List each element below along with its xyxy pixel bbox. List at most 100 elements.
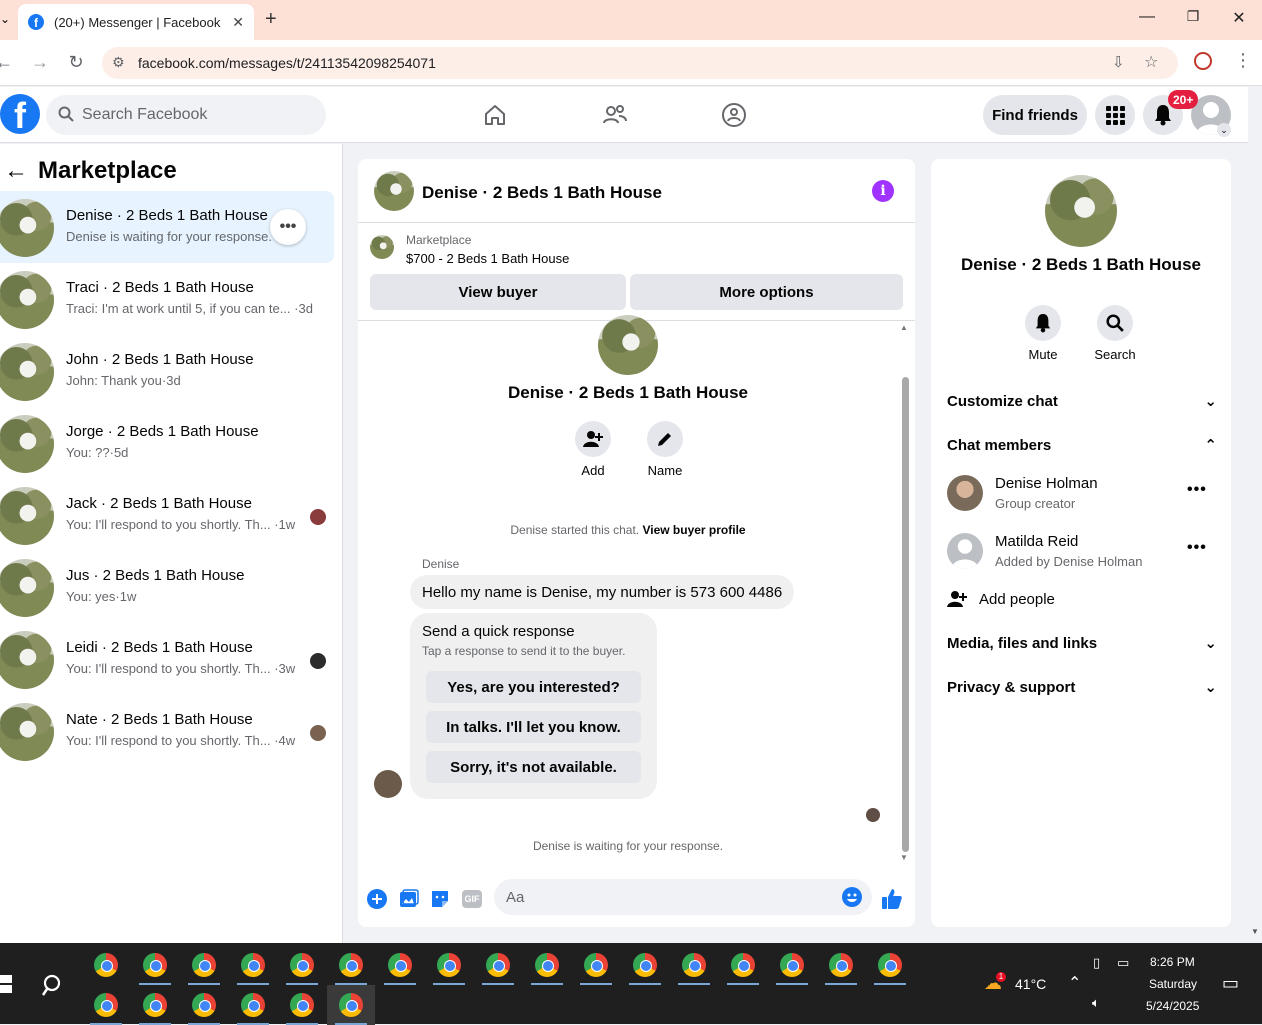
clock-date[interactable]: 5/24/2025 bbox=[1146, 999, 1199, 1013]
volume-icon[interactable]: 🔈︎ bbox=[1092, 995, 1100, 1011]
info-avatar[interactable] bbox=[1045, 175, 1117, 247]
facebook-logo[interactable]: f bbox=[0, 94, 40, 134]
plus-circle-icon[interactable] bbox=[366, 888, 388, 910]
taskbar-app-chrome[interactable] bbox=[229, 985, 277, 1025]
info-icon[interactable]: i bbox=[872, 180, 894, 202]
conversation-row[interactable]: Jorge · 2 Beds 1 Bath House You: ??·5d bbox=[0, 407, 334, 479]
more-options-icon[interactable]: ••• bbox=[1187, 539, 1207, 557]
reload-icon[interactable]: ↻ bbox=[64, 52, 88, 73]
rename-button[interactable]: Name bbox=[635, 421, 695, 478]
temperature[interactable]: 41°C bbox=[1015, 976, 1046, 992]
taskbar-app-chrome[interactable] bbox=[82, 985, 130, 1025]
emoji-icon[interactable] bbox=[842, 887, 862, 907]
back-arrow-icon[interactable]: ← bbox=[4, 157, 34, 185]
battery-icon[interactable]: ▯ bbox=[1093, 955, 1100, 971]
browser-tab[interactable]: f (20+) Messenger | Facebook ✕ bbox=[18, 4, 254, 40]
chat-profile-avatar[interactable] bbox=[598, 315, 658, 375]
friends-icon[interactable] bbox=[599, 99, 631, 131]
message-scrollbar[interactable]: ▲ ▼ bbox=[900, 323, 910, 862]
taskbar-app-chrome[interactable] bbox=[376, 945, 424, 985]
taskbar-app-chrome[interactable] bbox=[621, 945, 669, 985]
minimize-icon[interactable]: — bbox=[1132, 8, 1162, 32]
taskbar-app-paint[interactable] bbox=[82, 945, 130, 985]
taskbar-app-chrome[interactable] bbox=[180, 945, 228, 985]
close-window-icon[interactable]: ✕ bbox=[1224, 8, 1254, 32]
taskbar-app-chrome[interactable] bbox=[817, 945, 865, 985]
forward-icon[interactable]: → bbox=[28, 52, 52, 73]
more-options-button[interactable]: More options bbox=[630, 274, 903, 310]
conversation-row[interactable]: Leidi · 2 Beds 1 Bath House You: I'll res… bbox=[0, 623, 334, 695]
taskbar-app-chrome[interactable] bbox=[327, 945, 375, 985]
home-icon[interactable] bbox=[479, 99, 511, 131]
search-input[interactable]: Search Facebook bbox=[46, 95, 326, 135]
conversation-row[interactable]: Denise · 2 Beds 1 Bath House Denise is wa… bbox=[0, 191, 334, 263]
member-row[interactable]: Matilda Reid Added by Denise Holman ••• bbox=[947, 529, 1217, 573]
taskbar-app-chrome[interactable] bbox=[327, 985, 375, 1025]
more-options-icon[interactable]: ••• bbox=[1187, 481, 1207, 499]
chat-avatar[interactable] bbox=[374, 171, 414, 211]
notifications-center-icon[interactable]: ▭ bbox=[1222, 973, 1239, 994]
profile-icon[interactable] bbox=[1194, 52, 1212, 70]
quick-reply-yes-button[interactable]: Yes, are you interested? bbox=[426, 671, 641, 703]
browser-menu-icon[interactable]: ⋮ bbox=[1234, 50, 1252, 71]
back-icon[interactable]: ← bbox=[0, 52, 16, 73]
taskbar-app-chrome[interactable] bbox=[474, 945, 522, 985]
conversation-row[interactable]: Jus · 2 Beds 1 Bath House You: yes·1w bbox=[0, 551, 334, 623]
find-friends-button[interactable]: Find friends bbox=[983, 95, 1087, 135]
taskbar-app-chrome[interactable] bbox=[180, 985, 228, 1025]
network-icon[interactable]: ▭ bbox=[1117, 955, 1129, 971]
listing-title[interactable]: $700 - 2 Beds 1 Bath House bbox=[406, 251, 569, 266]
search-conversation-button[interactable]: Search bbox=[1085, 305, 1145, 362]
media-files-links-section[interactable]: Media, files and links ⌄ bbox=[947, 631, 1217, 655]
message-area[interactable]: ▲ ▼ Denise · 2 Beds 1 Bath House Add Nam… bbox=[358, 315, 915, 866]
chat-title[interactable]: Denise · 2 Beds 1 Bath House bbox=[422, 183, 662, 203]
clock-time[interactable]: 8:26 PM bbox=[1150, 955, 1195, 969]
conversation-row[interactable]: Nate · 2 Beds 1 Bath House You: I'll resp… bbox=[0, 695, 334, 767]
gif-icon[interactable]: GIF bbox=[461, 888, 483, 910]
conversation-row[interactable]: John · 2 Beds 1 Bath House John: Thank yo… bbox=[0, 335, 334, 407]
photo-icon[interactable] bbox=[398, 888, 420, 910]
taskbar-app-chrome[interactable] bbox=[229, 945, 277, 985]
message-bubble[interactable]: Hello my name is Denise, my number is 57… bbox=[410, 575, 795, 609]
new-tab-icon[interactable]: + bbox=[265, 8, 277, 31]
close-tab-icon[interactable]: ✕ bbox=[232, 14, 244, 31]
clock-day[interactable]: Saturday bbox=[1149, 977, 1197, 991]
taskbar-app-chrome[interactable] bbox=[425, 945, 473, 985]
url-field[interactable]: ⚙ facebook.com/messages/t/24113542098254… bbox=[102, 47, 1178, 79]
site-info-icon[interactable]: ⚙ bbox=[112, 54, 125, 71]
install-app-icon[interactable]: ⇩ bbox=[1112, 53, 1125, 71]
conversation-more-icon[interactable]: ••• bbox=[270, 209, 306, 245]
conversation-row[interactable]: Jack · 2 Beds 1 Bath House You: I'll resp… bbox=[0, 479, 334, 551]
privacy-support-section[interactable]: Privacy & support ⌄ bbox=[947, 675, 1217, 699]
menu-grid-icon[interactable] bbox=[1095, 95, 1135, 135]
taskbar-app-chrome[interactable] bbox=[572, 945, 620, 985]
page-scrollbar[interactable]: ▼ bbox=[1248, 87, 1262, 943]
taskbar-app-chrome[interactable] bbox=[719, 945, 767, 985]
taskbar-app-chrome[interactable] bbox=[131, 985, 179, 1025]
account-chevron-icon[interactable]: ⌄ bbox=[1217, 123, 1231, 137]
member-row[interactable]: Denise Holman Group creator ••• bbox=[947, 471, 1217, 515]
view-buyer-profile-link[interactable]: View buyer profile bbox=[642, 523, 745, 537]
customize-chat-section[interactable]: Customize chat ⌄ bbox=[947, 389, 1217, 413]
tab-search-chevron-icon[interactable]: ⌄ bbox=[0, 12, 10, 26]
quick-reply-in-talks-button[interactable]: In talks. I'll let you know. bbox=[426, 711, 641, 743]
start-icon[interactable] bbox=[0, 975, 14, 993]
conversation-row[interactable]: Traci · 2 Beds 1 Bath House Traci: I'm at… bbox=[0, 263, 334, 335]
groups-icon[interactable] bbox=[718, 99, 750, 131]
listing-thumbnail[interactable] bbox=[370, 235, 394, 259]
add-person-button[interactable]: Add bbox=[563, 421, 623, 478]
taskbar-app-chrome[interactable] bbox=[768, 945, 816, 985]
message-input[interactable]: Aa bbox=[494, 879, 872, 915]
taskbar-app-chrome[interactable] bbox=[278, 945, 326, 985]
taskbar-search-icon[interactable] bbox=[42, 973, 66, 997]
restore-icon[interactable]: ❐ bbox=[1178, 8, 1208, 32]
taskbar-app-chrome[interactable] bbox=[670, 945, 718, 985]
quick-reply-not-available-button[interactable]: Sorry, it's not available. bbox=[426, 751, 641, 783]
view-buyer-button[interactable]: View buyer bbox=[370, 274, 626, 310]
thumbs-up-icon[interactable] bbox=[881, 888, 903, 910]
taskbar-app-chrome[interactable] bbox=[278, 985, 326, 1025]
mute-button[interactable]: Mute bbox=[1013, 305, 1073, 362]
add-people-button[interactable]: Add people bbox=[947, 587, 1055, 611]
sender-avatar[interactable] bbox=[374, 770, 402, 798]
sticker-icon[interactable] bbox=[429, 888, 451, 910]
